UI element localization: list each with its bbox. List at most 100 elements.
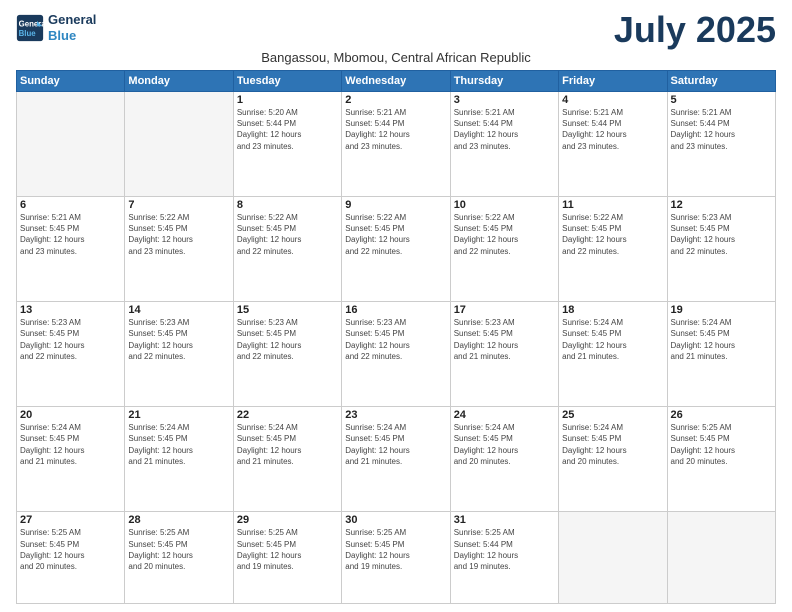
day-info: Sunrise: 5:24 AM Sunset: 5:45 PM Dayligh…: [345, 422, 446, 467]
col-friday: Friday: [559, 71, 667, 92]
col-wednesday: Wednesday: [342, 71, 450, 92]
table-row: 12Sunrise: 5:23 AM Sunset: 5:45 PM Dayli…: [667, 197, 775, 302]
col-sunday: Sunday: [17, 71, 125, 92]
table-row: 11Sunrise: 5:22 AM Sunset: 5:45 PM Dayli…: [559, 197, 667, 302]
table-row: 26Sunrise: 5:25 AM Sunset: 5:45 PM Dayli…: [667, 407, 775, 512]
day-info: Sunrise: 5:25 AM Sunset: 5:45 PM Dayligh…: [345, 527, 446, 572]
day-info: Sunrise: 5:23 AM Sunset: 5:45 PM Dayligh…: [20, 317, 121, 362]
day-info: Sunrise: 5:23 AM Sunset: 5:45 PM Dayligh…: [454, 317, 555, 362]
table-row: 31Sunrise: 5:25 AM Sunset: 5:44 PM Dayli…: [450, 512, 558, 604]
day-number: 18: [562, 304, 663, 316]
col-tuesday: Tuesday: [233, 71, 341, 92]
day-number: 1: [237, 94, 338, 106]
day-info: Sunrise: 5:23 AM Sunset: 5:45 PM Dayligh…: [345, 317, 446, 362]
day-info: Sunrise: 5:23 AM Sunset: 5:45 PM Dayligh…: [128, 317, 229, 362]
day-number: 7: [128, 199, 229, 211]
table-row: 20Sunrise: 5:24 AM Sunset: 5:45 PM Dayli…: [17, 407, 125, 512]
table-row: 7Sunrise: 5:22 AM Sunset: 5:45 PM Daylig…: [125, 197, 233, 302]
calendar-week-row: 20Sunrise: 5:24 AM Sunset: 5:45 PM Dayli…: [17, 407, 776, 512]
svg-text:General: General: [19, 19, 44, 28]
table-row: 15Sunrise: 5:23 AM Sunset: 5:45 PM Dayli…: [233, 302, 341, 407]
day-number: 8: [237, 199, 338, 211]
day-info: Sunrise: 5:24 AM Sunset: 5:45 PM Dayligh…: [128, 422, 229, 467]
logo-text-general: General: [48, 12, 96, 28]
calendar-week-row: 13Sunrise: 5:23 AM Sunset: 5:45 PM Dayli…: [17, 302, 776, 407]
table-row: 21Sunrise: 5:24 AM Sunset: 5:45 PM Dayli…: [125, 407, 233, 512]
day-number: 26: [671, 409, 772, 421]
calendar-week-row: 1Sunrise: 5:20 AM Sunset: 5:44 PM Daylig…: [17, 92, 776, 197]
col-thursday: Thursday: [450, 71, 558, 92]
table-row: [17, 92, 125, 197]
table-row: 18Sunrise: 5:24 AM Sunset: 5:45 PM Dayli…: [559, 302, 667, 407]
logo-icon: General Blue: [16, 14, 44, 42]
day-number: 31: [454, 514, 555, 526]
table-row: [559, 512, 667, 604]
header: General Blue General Blue July 2025: [16, 12, 776, 48]
page: General Blue General Blue July 2025 Bang…: [0, 0, 792, 612]
month-year: July 2025: [614, 12, 776, 48]
table-row: 13Sunrise: 5:23 AM Sunset: 5:45 PM Dayli…: [17, 302, 125, 407]
table-row: 4Sunrise: 5:21 AM Sunset: 5:44 PM Daylig…: [559, 92, 667, 197]
location: Bangassou, Mbomou, Central African Repub…: [16, 50, 776, 65]
table-row: 28Sunrise: 5:25 AM Sunset: 5:45 PM Dayli…: [125, 512, 233, 604]
table-row: 6Sunrise: 5:21 AM Sunset: 5:45 PM Daylig…: [17, 197, 125, 302]
day-info: Sunrise: 5:22 AM Sunset: 5:45 PM Dayligh…: [237, 212, 338, 257]
table-row: 5Sunrise: 5:21 AM Sunset: 5:44 PM Daylig…: [667, 92, 775, 197]
table-row: 29Sunrise: 5:25 AM Sunset: 5:45 PM Dayli…: [233, 512, 341, 604]
title-block: July 2025: [614, 12, 776, 48]
table-row: 19Sunrise: 5:24 AM Sunset: 5:45 PM Dayli…: [667, 302, 775, 407]
day-number: 23: [345, 409, 446, 421]
day-number: 9: [345, 199, 446, 211]
day-number: 28: [128, 514, 229, 526]
table-row: 1Sunrise: 5:20 AM Sunset: 5:44 PM Daylig…: [233, 92, 341, 197]
day-info: Sunrise: 5:21 AM Sunset: 5:44 PM Dayligh…: [671, 107, 772, 152]
table-row: 10Sunrise: 5:22 AM Sunset: 5:45 PM Dayli…: [450, 197, 558, 302]
day-number: 6: [20, 199, 121, 211]
table-row: 27Sunrise: 5:25 AM Sunset: 5:45 PM Dayli…: [17, 512, 125, 604]
day-number: 12: [671, 199, 772, 211]
day-info: Sunrise: 5:20 AM Sunset: 5:44 PM Dayligh…: [237, 107, 338, 152]
day-number: 24: [454, 409, 555, 421]
day-number: 25: [562, 409, 663, 421]
day-info: Sunrise: 5:24 AM Sunset: 5:45 PM Dayligh…: [671, 317, 772, 362]
day-number: 3: [454, 94, 555, 106]
day-number: 21: [128, 409, 229, 421]
day-info: Sunrise: 5:25 AM Sunset: 5:45 PM Dayligh…: [128, 527, 229, 572]
table-row: 24Sunrise: 5:24 AM Sunset: 5:45 PM Dayli…: [450, 407, 558, 512]
day-info: Sunrise: 5:25 AM Sunset: 5:44 PM Dayligh…: [454, 527, 555, 572]
day-number: 13: [20, 304, 121, 316]
logo: General Blue General Blue: [16, 12, 96, 43]
day-number: 29: [237, 514, 338, 526]
day-number: 15: [237, 304, 338, 316]
day-number: 4: [562, 94, 663, 106]
day-number: 5: [671, 94, 772, 106]
day-number: 2: [345, 94, 446, 106]
day-number: 11: [562, 199, 663, 211]
svg-text:Blue: Blue: [19, 28, 37, 37]
day-info: Sunrise: 5:21 AM Sunset: 5:44 PM Dayligh…: [345, 107, 446, 152]
table-row: 8Sunrise: 5:22 AM Sunset: 5:45 PM Daylig…: [233, 197, 341, 302]
table-row: [125, 92, 233, 197]
day-info: Sunrise: 5:25 AM Sunset: 5:45 PM Dayligh…: [20, 527, 121, 572]
day-number: 22: [237, 409, 338, 421]
table-row: 14Sunrise: 5:23 AM Sunset: 5:45 PM Dayli…: [125, 302, 233, 407]
day-info: Sunrise: 5:21 AM Sunset: 5:45 PM Dayligh…: [20, 212, 121, 257]
day-info: Sunrise: 5:21 AM Sunset: 5:44 PM Dayligh…: [454, 107, 555, 152]
table-row: 30Sunrise: 5:25 AM Sunset: 5:45 PM Dayli…: [342, 512, 450, 604]
table-row: 9Sunrise: 5:22 AM Sunset: 5:45 PM Daylig…: [342, 197, 450, 302]
table-row: [667, 512, 775, 604]
table-row: 22Sunrise: 5:24 AM Sunset: 5:45 PM Dayli…: [233, 407, 341, 512]
calendar-table: Sunday Monday Tuesday Wednesday Thursday…: [16, 70, 776, 604]
table-row: 16Sunrise: 5:23 AM Sunset: 5:45 PM Dayli…: [342, 302, 450, 407]
day-number: 30: [345, 514, 446, 526]
day-info: Sunrise: 5:25 AM Sunset: 5:45 PM Dayligh…: [671, 422, 772, 467]
day-info: Sunrise: 5:24 AM Sunset: 5:45 PM Dayligh…: [562, 317, 663, 362]
table-row: 17Sunrise: 5:23 AM Sunset: 5:45 PM Dayli…: [450, 302, 558, 407]
day-number: 17: [454, 304, 555, 316]
day-number: 10: [454, 199, 555, 211]
calendar-week-row: 6Sunrise: 5:21 AM Sunset: 5:45 PM Daylig…: [17, 197, 776, 302]
day-info: Sunrise: 5:23 AM Sunset: 5:45 PM Dayligh…: [237, 317, 338, 362]
logo-text-blue: Blue: [48, 28, 96, 44]
calendar-week-row: 27Sunrise: 5:25 AM Sunset: 5:45 PM Dayli…: [17, 512, 776, 604]
day-info: Sunrise: 5:24 AM Sunset: 5:45 PM Dayligh…: [454, 422, 555, 467]
